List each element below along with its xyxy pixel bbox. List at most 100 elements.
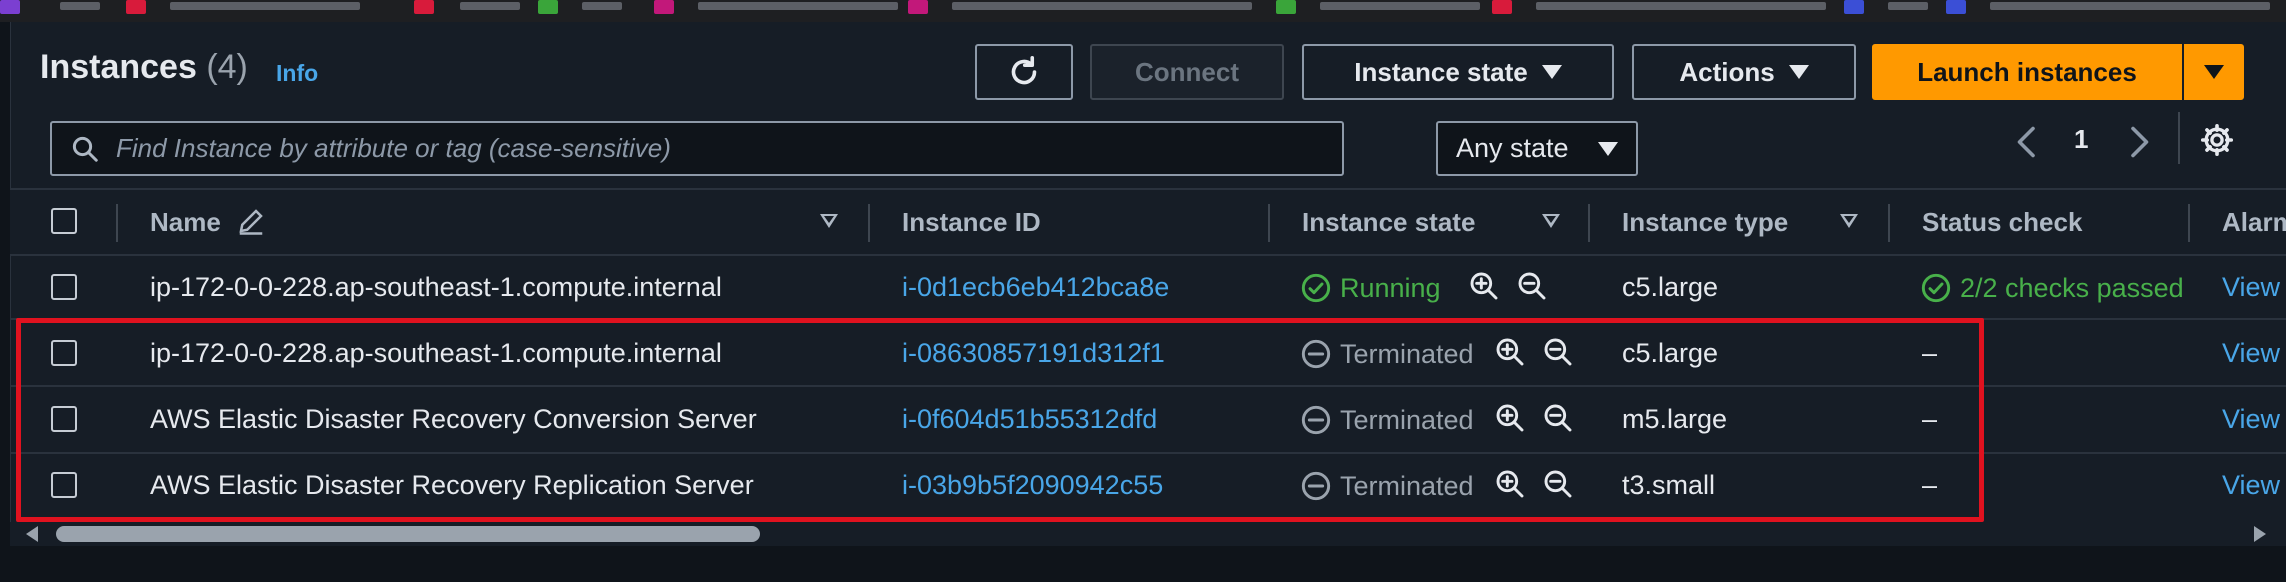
launch-instances-button[interactable]: Launch instances [1872, 44, 2182, 100]
scroll-right-icon[interactable] [2254, 526, 2266, 542]
bookmark-label[interactable] [1888, 2, 1928, 10]
column-header-name[interactable]: Name [150, 207, 221, 238]
column-separator[interactable] [1268, 204, 1270, 242]
connect-button[interactable]: Connect [1090, 44, 1284, 100]
bookmark-icon[interactable] [654, 0, 674, 14]
instance-id-link[interactable]: i-0d1ecb6eb412bca8e [902, 272, 1169, 303]
edit-pencil-icon[interactable] [236, 206, 266, 236]
select-all-checkbox[interactable] [51, 208, 77, 234]
column-header-instance-state[interactable]: Instance state [1302, 207, 1475, 238]
instance-id-link[interactable]: i-03b9b5f2090942c55 [902, 470, 1163, 501]
bookmark-label[interactable] [698, 2, 898, 10]
zoom-out-icon[interactable] [1542, 336, 1574, 368]
actions-label: Actions [1679, 56, 1775, 87]
bookmark-label[interactable] [1320, 2, 1480, 10]
instance-id-link[interactable]: i-0f604d51b55312dfd [902, 404, 1157, 435]
bookmark-label[interactable] [1536, 2, 1826, 10]
chevron-left-icon[interactable] [2012, 124, 2042, 160]
row-divider [10, 254, 2286, 256]
state-filter-select[interactable]: Any state [1436, 121, 1638, 176]
alarm-view-link[interactable]: View [2222, 404, 2280, 435]
alarm-view-link[interactable]: View [2222, 470, 2280, 501]
column-separator[interactable] [1588, 204, 1590, 242]
caret-down-icon [1541, 65, 1562, 79]
column-header-instance-id[interactable]: Instance ID [902, 207, 1041, 238]
column-header-status-check[interactable]: Status check [1922, 207, 2082, 238]
instance-type: c5.large [1622, 272, 1719, 302]
bookmark-icon[interactable] [126, 0, 146, 14]
zoom-in-icon[interactable] [1468, 270, 1500, 302]
info-link[interactable]: Info [276, 60, 318, 87]
refresh-button[interactable] [975, 44, 1073, 100]
row-checkbox[interactable] [51, 406, 77, 432]
state-filter-value: Any state [1456, 133, 1569, 163]
column-header-alarm[interactable]: Alarm [2222, 207, 2286, 238]
alarm-view-link[interactable]: View [2222, 338, 2280, 369]
column-header-instance-type[interactable]: Instance type [1622, 207, 1788, 238]
zoom-out-icon[interactable] [1542, 402, 1574, 434]
status-check-text: 2/2 checks passed [1960, 272, 2184, 303]
sort-name-icon[interactable] [820, 214, 838, 228]
bookmark-label[interactable] [582, 2, 622, 10]
instance-state-cell: Terminated [1300, 470, 1474, 502]
column-separator[interactable] [1888, 204, 1890, 242]
sort-instance-state-icon[interactable] [1542, 214, 1560, 228]
check-circle-icon [1921, 273, 1951, 303]
column-separator[interactable] [868, 204, 870, 242]
row-checkbox[interactable] [51, 340, 77, 366]
row-divider [10, 452, 2286, 454]
scroll-left-icon[interactable] [26, 526, 38, 542]
column-name-label: Name [150, 207, 221, 237]
bookmark-icon[interactable] [0, 0, 20, 14]
instance-state-label: Instance state [1354, 56, 1528, 87]
bookmark-label[interactable] [460, 2, 520, 10]
instance-state-text: Terminated [1340, 338, 1474, 369]
launch-label: Launch instances [1917, 56, 2137, 87]
zoom-out-icon[interactable] [1516, 270, 1548, 302]
column-separator[interactable] [116, 204, 118, 242]
sort-instance-type-icon[interactable] [1840, 214, 1858, 228]
column-separator[interactable] [2188, 204, 2190, 242]
bookmark-icon[interactable] [414, 0, 434, 14]
settings-gear-icon[interactable] [2199, 122, 2235, 158]
bookmark-label[interactable] [170, 2, 360, 10]
instance-state-text: Terminated [1340, 404, 1474, 435]
instance-state-text: Terminated [1340, 470, 1474, 501]
search-icon [72, 136, 98, 162]
instance-id-link[interactable]: i-08630857191d312f1 [902, 338, 1165, 369]
actions-dropdown[interactable]: Actions [1632, 44, 1856, 100]
zoom-in-icon[interactable] [1494, 336, 1526, 368]
search-input[interactable] [100, 133, 1342, 164]
bookmark-label[interactable] [952, 2, 1252, 10]
bookmark-icon[interactable] [1492, 0, 1512, 14]
launch-options-button[interactable] [2184, 44, 2244, 100]
status-check-text: – [1922, 338, 1938, 368]
alarm-view-link[interactable]: View [2222, 272, 2280, 303]
caret-down-icon [2204, 65, 2224, 79]
scrollbar-thumb[interactable] [56, 526, 760, 542]
page-footer [0, 548, 2286, 582]
bookmark-icon[interactable] [1276, 0, 1296, 14]
connect-label: Connect [1135, 56, 1239, 87]
row-checkbox[interactable] [51, 274, 77, 300]
zoom-out-icon[interactable] [1542, 468, 1574, 500]
bookmark-label[interactable] [1990, 2, 2270, 10]
instance-count: (4) [206, 48, 248, 86]
bookmark-icon[interactable] [1946, 0, 1966, 14]
zoom-in-icon[interactable] [1494, 468, 1526, 500]
instance-state-dropdown[interactable]: Instance state [1302, 44, 1614, 100]
bookmark-icon[interactable] [1844, 0, 1864, 14]
row-checkbox[interactable] [51, 472, 77, 498]
instance-type: m5.large [1622, 404, 1728, 434]
instance-name: AWS Elastic Disaster Recovery Replicatio… [150, 470, 754, 500]
instance-name: AWS Elastic Disaster Recovery Conversion… [150, 404, 757, 434]
status-check-text: – [1922, 470, 1938, 500]
bookmark-icon[interactable] [538, 0, 558, 14]
instance-type: c5.large [1622, 338, 1719, 368]
zoom-in-icon[interactable] [1494, 402, 1526, 434]
bookmark-label[interactable] [60, 2, 100, 10]
bookmark-icon[interactable] [908, 0, 928, 14]
chevron-right-icon[interactable] [2124, 124, 2154, 160]
page-number[interactable]: 1 [2074, 124, 2088, 155]
search-field[interactable] [50, 121, 1344, 176]
